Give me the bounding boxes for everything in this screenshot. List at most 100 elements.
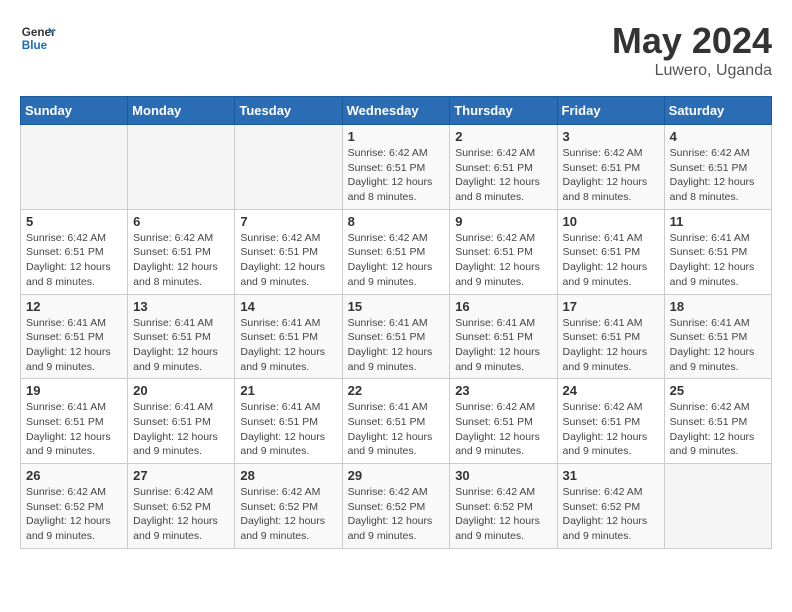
day-sun-info: Sunrise: 6:42 AM Sunset: 6:52 PM Dayligh… xyxy=(455,485,551,544)
day-number: 17 xyxy=(563,299,659,314)
calendar-day-cell: 24 Sunrise: 6:42 AM Sunset: 6:51 PM Dayli… xyxy=(557,379,664,464)
day-sun-info: Sunrise: 6:42 AM Sunset: 6:51 PM Dayligh… xyxy=(670,146,766,205)
day-number: 24 xyxy=(563,383,659,398)
day-number: 7 xyxy=(240,214,336,229)
day-number: 21 xyxy=(240,383,336,398)
day-sun-info: Sunrise: 6:41 AM Sunset: 6:51 PM Dayligh… xyxy=(26,400,122,459)
day-sun-info: Sunrise: 6:41 AM Sunset: 6:51 PM Dayligh… xyxy=(348,316,445,375)
calendar-day-cell: 12 Sunrise: 6:41 AM Sunset: 6:51 PM Dayli… xyxy=(21,294,128,379)
calendar-day-cell: 10 Sunrise: 6:41 AM Sunset: 6:51 PM Dayli… xyxy=(557,209,664,294)
day-sun-info: Sunrise: 6:42 AM Sunset: 6:51 PM Dayligh… xyxy=(563,146,659,205)
day-sun-info: Sunrise: 6:42 AM Sunset: 6:51 PM Dayligh… xyxy=(455,400,551,459)
day-header-row: SundayMondayTuesdayWednesdayThursdayFrid… xyxy=(21,97,772,125)
calendar-day-cell: 16Sunrise: 6:41 AM Sunset: 6:51 PM Dayli… xyxy=(450,294,557,379)
calendar-week-row: 5Sunrise: 6:42 AM Sunset: 6:51 PM Daylig… xyxy=(21,209,772,294)
calendar-day-cell: 4Sunrise: 6:42 AM Sunset: 6:51 PM Daylig… xyxy=(664,125,771,210)
day-number: 25 xyxy=(670,383,766,398)
day-number: 8 xyxy=(348,214,445,229)
day-sun-info: Sunrise: 6:41 AM Sunset: 6:51 PM Dayligh… xyxy=(563,316,659,375)
location-title: Luwero, Uganda xyxy=(612,62,772,80)
day-sun-info: Sunrise: 6:42 AM Sunset: 6:51 PM Dayligh… xyxy=(455,231,551,290)
day-sun-info: Sunrise: 6:42 AM Sunset: 6:51 PM Dayligh… xyxy=(348,231,445,290)
calendar-day-cell xyxy=(235,125,342,210)
calendar-week-row: 12 Sunrise: 6:41 AM Sunset: 6:51 PM Dayli… xyxy=(21,294,772,379)
day-number: 9 xyxy=(455,214,551,229)
calendar-day-cell: 3 Sunrise: 6:42 AM Sunset: 6:51 PM Daylig… xyxy=(557,125,664,210)
day-sun-info: Sunrise: 6:42 AM Sunset: 6:52 PM Dayligh… xyxy=(348,485,445,544)
day-sun-info: Sunrise: 6:42 AM Sunset: 6:51 PM Dayligh… xyxy=(348,146,445,205)
day-of-week-header: Thursday xyxy=(450,97,557,125)
calendar-day-cell: 9 Sunrise: 6:42 AM Sunset: 6:51 PM Daylig… xyxy=(450,209,557,294)
day-number: 23 xyxy=(455,383,551,398)
calendar-day-cell: 1 Sunrise: 6:42 AM Sunset: 6:51 PM Daylig… xyxy=(342,125,450,210)
calendar-day-cell: 17 Sunrise: 6:41 AM Sunset: 6:51 PM Dayli… xyxy=(557,294,664,379)
calendar-day-cell: 20Sunrise: 6:41 AM Sunset: 6:51 PM Dayli… xyxy=(128,379,235,464)
day-sun-info: Sunrise: 6:41 AM Sunset: 6:51 PM Dayligh… xyxy=(563,231,659,290)
day-sun-info: Sunrise: 6:42 AM Sunset: 6:51 PM Dayligh… xyxy=(563,400,659,459)
day-number: 29 xyxy=(348,468,445,483)
calendar-day-cell: 28Sunrise: 6:42 AM Sunset: 6:52 PM Dayli… xyxy=(235,464,342,549)
day-number: 22 xyxy=(348,383,445,398)
day-of-week-header: Saturday xyxy=(664,97,771,125)
day-sun-info: Sunrise: 6:41 AM Sunset: 6:51 PM Dayligh… xyxy=(240,316,336,375)
title-block: May 2024 Luwero, Uganda xyxy=(612,20,772,80)
day-sun-info: Sunrise: 6:41 AM Sunset: 6:51 PM Dayligh… xyxy=(455,316,551,375)
month-title: May 2024 xyxy=(612,20,772,62)
calendar-day-cell xyxy=(664,464,771,549)
day-of-week-header: Tuesday xyxy=(235,97,342,125)
day-number: 6 xyxy=(133,214,229,229)
day-sun-info: Sunrise: 6:41 AM Sunset: 6:51 PM Dayligh… xyxy=(133,400,229,459)
calendar-day-cell: 7 Sunrise: 6:42 AM Sunset: 6:51 PM Daylig… xyxy=(235,209,342,294)
day-sun-info: Sunrise: 6:42 AM Sunset: 6:52 PM Dayligh… xyxy=(133,485,229,544)
calendar-day-cell: 22 Sunrise: 6:41 AM Sunset: 6:51 PM Dayli… xyxy=(342,379,450,464)
day-sun-info: Sunrise: 6:41 AM Sunset: 6:51 PM Dayligh… xyxy=(133,316,229,375)
calendar-day-cell: 25 Sunrise: 6:42 AM Sunset: 6:51 PM Dayli… xyxy=(664,379,771,464)
day-number: 11 xyxy=(670,214,766,229)
day-of-week-header: Wednesday xyxy=(342,97,450,125)
calendar-header: SundayMondayTuesdayWednesdayThursdayFrid… xyxy=(21,97,772,125)
day-of-week-header: Friday xyxy=(557,97,664,125)
day-sun-info: Sunrise: 6:41 AM Sunset: 6:51 PM Dayligh… xyxy=(348,400,445,459)
day-number: 1 xyxy=(348,129,445,144)
calendar-day-cell: 31 Sunrise: 6:42 AM Sunset: 6:52 PM Dayli… xyxy=(557,464,664,549)
day-number: 19 xyxy=(26,383,122,398)
day-sun-info: Sunrise: 6:42 AM Sunset: 6:51 PM Dayligh… xyxy=(26,231,122,290)
calendar-day-cell: 5Sunrise: 6:42 AM Sunset: 6:51 PM Daylig… xyxy=(21,209,128,294)
day-number: 12 xyxy=(26,299,122,314)
calendar-day-cell: 27 Sunrise: 6:42 AM Sunset: 6:52 PM Dayli… xyxy=(128,464,235,549)
day-number: 31 xyxy=(563,468,659,483)
day-sun-info: Sunrise: 6:42 AM Sunset: 6:51 PM Dayligh… xyxy=(455,146,551,205)
calendar-day-cell: 18 Sunrise: 6:41 AM Sunset: 6:51 PM Dayli… xyxy=(664,294,771,379)
day-number: 13 xyxy=(133,299,229,314)
day-number: 10 xyxy=(563,214,659,229)
calendar-week-row: 26 Sunrise: 6:42 AM Sunset: 6:52 PM Dayli… xyxy=(21,464,772,549)
day-number: 3 xyxy=(563,129,659,144)
day-of-week-header: Sunday xyxy=(21,97,128,125)
day-number: 27 xyxy=(133,468,229,483)
calendar-body: 1 Sunrise: 6:42 AM Sunset: 6:51 PM Daylig… xyxy=(21,125,772,549)
calendar-day-cell: 6 Sunrise: 6:42 AM Sunset: 6:51 PM Daylig… xyxy=(128,209,235,294)
day-number: 28 xyxy=(240,468,336,483)
calendar-day-cell: 29 Sunrise: 6:42 AM Sunset: 6:52 PM Dayli… xyxy=(342,464,450,549)
calendar-day-cell: 2Sunrise: 6:42 AM Sunset: 6:51 PM Daylig… xyxy=(450,125,557,210)
calendar-day-cell: 11Sunrise: 6:41 AM Sunset: 6:51 PM Dayli… xyxy=(664,209,771,294)
svg-text:General: General xyxy=(22,26,56,39)
calendar-week-row: 1 Sunrise: 6:42 AM Sunset: 6:51 PM Daylig… xyxy=(21,125,772,210)
calendar-week-row: 19 Sunrise: 6:41 AM Sunset: 6:51 PM Dayli… xyxy=(21,379,772,464)
day-sun-info: Sunrise: 6:41 AM Sunset: 6:51 PM Dayligh… xyxy=(670,316,766,375)
calendar-day-cell xyxy=(128,125,235,210)
calendar-day-cell: 19 Sunrise: 6:41 AM Sunset: 6:51 PM Dayli… xyxy=(21,379,128,464)
calendar-day-cell xyxy=(21,125,128,210)
calendar-day-cell: 15Sunrise: 6:41 AM Sunset: 6:51 PM Dayli… xyxy=(342,294,450,379)
day-sun-info: Sunrise: 6:42 AM Sunset: 6:52 PM Dayligh… xyxy=(563,485,659,544)
day-sun-info: Sunrise: 6:42 AM Sunset: 6:51 PM Dayligh… xyxy=(670,400,766,459)
day-sun-info: Sunrise: 6:42 AM Sunset: 6:51 PM Dayligh… xyxy=(133,231,229,290)
day-sun-info: Sunrise: 6:42 AM Sunset: 6:51 PM Dayligh… xyxy=(240,231,336,290)
day-sun-info: Sunrise: 6:41 AM Sunset: 6:51 PM Dayligh… xyxy=(26,316,122,375)
day-number: 18 xyxy=(670,299,766,314)
calendar-day-cell: 23 Sunrise: 6:42 AM Sunset: 6:51 PM Dayli… xyxy=(450,379,557,464)
calendar-day-cell: 13 Sunrise: 6:41 AM Sunset: 6:51 PM Dayli… xyxy=(128,294,235,379)
day-sun-info: Sunrise: 6:42 AM Sunset: 6:52 PM Dayligh… xyxy=(26,485,122,544)
calendar-day-cell: 26 Sunrise: 6:42 AM Sunset: 6:52 PM Dayli… xyxy=(21,464,128,549)
day-number: 26 xyxy=(26,468,122,483)
